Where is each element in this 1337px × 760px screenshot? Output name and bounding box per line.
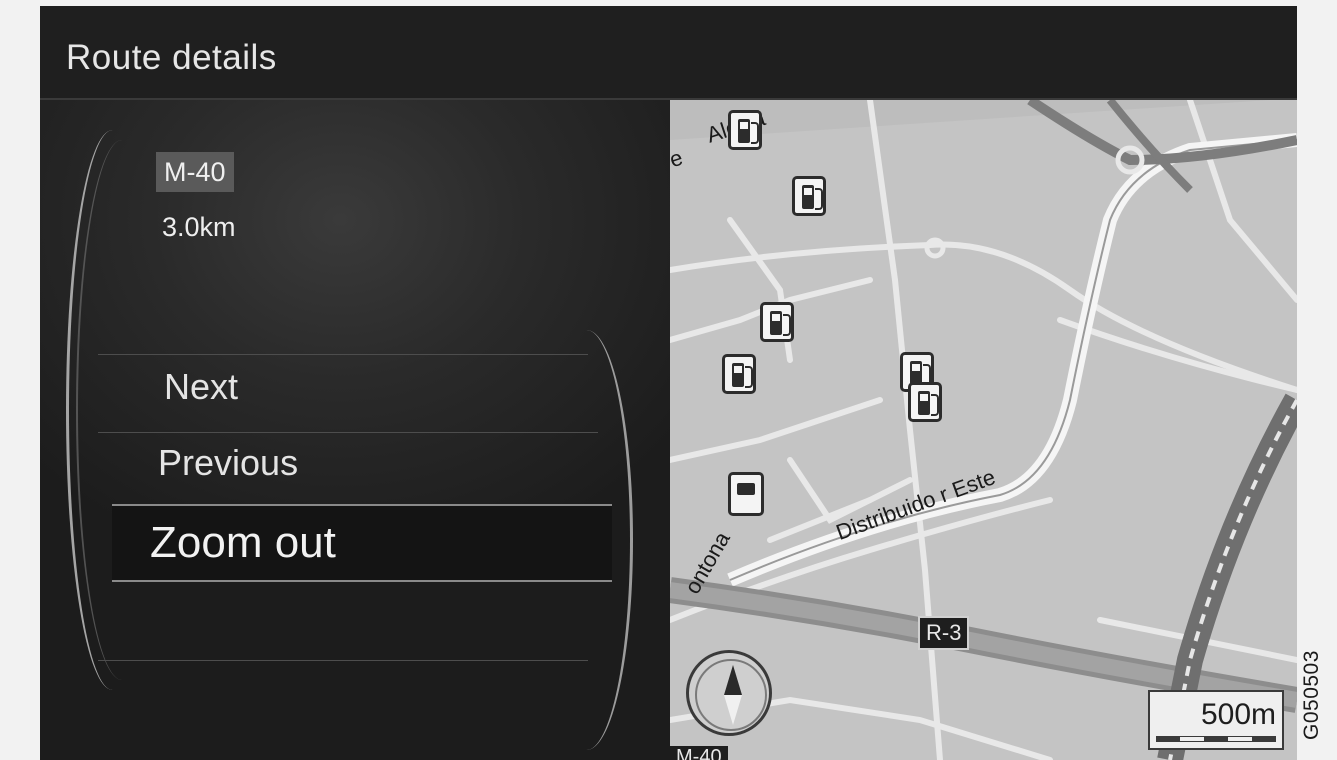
infotainment-screen: Route details M-40 3.0km Next Previous Z… [40,6,1297,760]
map-roads [670,100,1297,760]
menu-item-previous[interactable]: Previous [158,442,298,484]
image-id-label: G050503 [1300,650,1323,740]
menu-divider [98,432,598,433]
decorative-arc-left-inner [76,140,168,680]
road-number-badge: M-40 [156,152,234,192]
menu-item-zoom-out-label: Zoom out [150,518,336,567]
menu-item-next[interactable]: Next [164,366,238,408]
fuel-station-icon[interactable] [728,110,762,150]
compass-icon[interactable] [686,650,772,736]
distance-value: 3.0km [162,212,236,242]
route-details-panel: M-40 3.0km Next Previous Zoom out [40,100,670,760]
road-number-label: M-40 [670,746,728,760]
map-view[interactable]: Alcalá e Distribuido r Este ontona R-3 5… [670,100,1297,760]
menu-divider [98,660,588,661]
fuel-station-icon[interactable] [792,176,826,216]
menu-item-zoom-out[interactable]: Zoom out [112,504,612,582]
fuel-station-icon[interactable] [722,354,756,394]
fuel-station-icon[interactable] [760,302,794,342]
road-number-label: R-3 [918,616,970,650]
speed-camera-icon[interactable] [728,472,764,516]
page-title: Route details [66,38,277,77]
scale-value: 500m [1200,698,1276,731]
title-bar: Route details [40,6,1297,100]
menu-divider [98,354,588,355]
fuel-station-icon[interactable] [908,382,942,422]
map-scale-indicator: 500m [1148,690,1284,750]
